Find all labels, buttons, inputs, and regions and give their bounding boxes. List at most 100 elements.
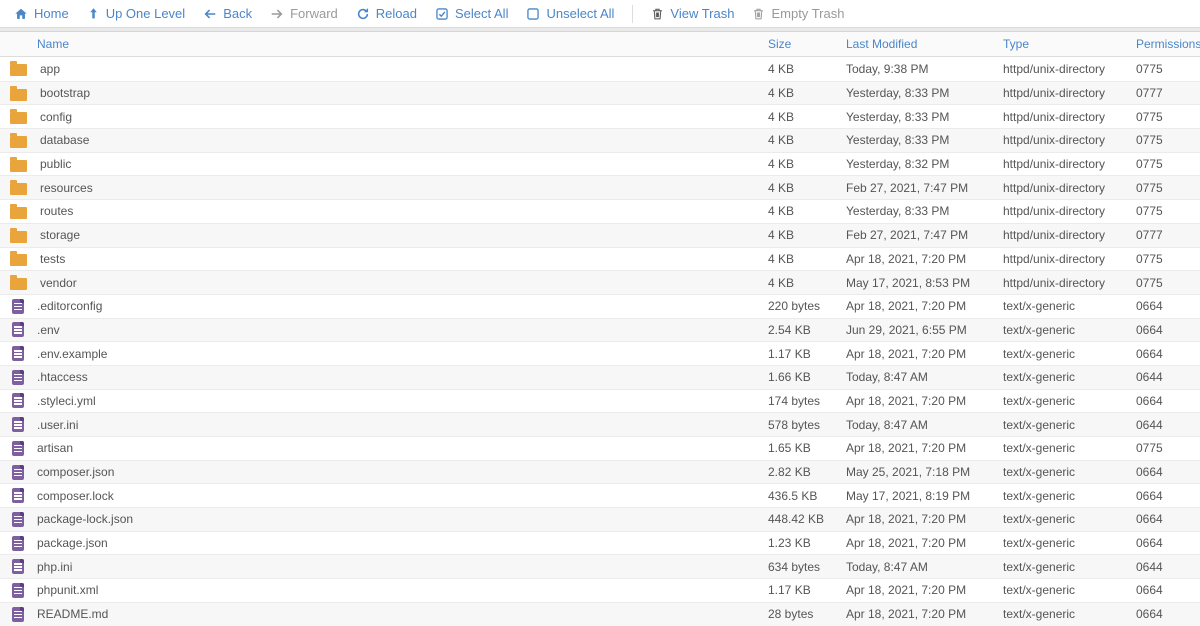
table-row[interactable]: resources 4 KB Feb 27, 2021, 7:47 PM htt… bbox=[0, 175, 1200, 199]
trash-icon bbox=[752, 7, 765, 21]
table-row[interactable]: php.ini 634 bytes Today, 8:47 AM text/x-… bbox=[0, 554, 1200, 578]
file-size: 4 KB bbox=[768, 62, 846, 76]
table-row[interactable]: routes 4 KB Yesterday, 8:33 PM httpd/uni… bbox=[0, 199, 1200, 223]
file-modified: Today, 8:47 AM bbox=[846, 418, 1003, 432]
file-permissions: 0775 bbox=[1136, 276, 1200, 290]
file-size: 1.65 KB bbox=[768, 441, 846, 455]
file-permissions: 0664 bbox=[1136, 347, 1200, 361]
file-size: 1.17 KB bbox=[768, 583, 846, 597]
table-row[interactable]: database 4 KB Yesterday, 8:33 PM httpd/u… bbox=[0, 128, 1200, 152]
file-type: httpd/unix-directory bbox=[1003, 252, 1136, 266]
file-type: httpd/unix-directory bbox=[1003, 62, 1136, 76]
home-button[interactable]: Home bbox=[14, 6, 69, 21]
file-icon bbox=[12, 488, 24, 503]
table-row[interactable]: phpunit.xml 1.17 KB Apr 18, 2021, 7:20 P… bbox=[0, 578, 1200, 602]
table-row[interactable]: .editorconfig 220 bytes Apr 18, 2021, 7:… bbox=[0, 294, 1200, 318]
file-modified: Today, 8:47 AM bbox=[846, 560, 1003, 574]
toolbar-divider bbox=[632, 5, 633, 23]
table-row[interactable]: public 4 KB Yesterday, 8:32 PM httpd/uni… bbox=[0, 152, 1200, 176]
file-size: 4 KB bbox=[768, 133, 846, 147]
file-type: text/x-generic bbox=[1003, 347, 1136, 361]
reload-button[interactable]: Reload bbox=[356, 6, 417, 21]
table-row[interactable]: bootstrap 4 KB Yesterday, 8:33 PM httpd/… bbox=[0, 81, 1200, 105]
file-size: 1.17 KB bbox=[768, 347, 846, 361]
file-permissions: 0664 bbox=[1136, 394, 1200, 408]
file-modified: Yesterday, 8:33 PM bbox=[846, 133, 1003, 147]
table-row[interactable]: app 4 KB Today, 9:38 PM httpd/unix-direc… bbox=[0, 57, 1200, 81]
file-size: 4 KB bbox=[768, 157, 846, 171]
file-permissions: 0664 bbox=[1136, 536, 1200, 550]
file-modified: Yesterday, 8:33 PM bbox=[846, 204, 1003, 218]
file-size: 436.5 KB bbox=[768, 489, 846, 503]
file-size: 4 KB bbox=[768, 204, 846, 218]
file-modified: Apr 18, 2021, 7:20 PM bbox=[846, 299, 1003, 313]
file-size: 4 KB bbox=[768, 276, 846, 290]
table-row[interactable]: tests 4 KB Apr 18, 2021, 7:20 PM httpd/u… bbox=[0, 247, 1200, 271]
column-header-name[interactable]: Name bbox=[0, 37, 768, 51]
file-modified: Feb 27, 2021, 7:47 PM bbox=[846, 181, 1003, 195]
file-size: 4 KB bbox=[768, 86, 846, 100]
home-label: Home bbox=[34, 6, 69, 21]
column-header-permissions[interactable]: Permissions bbox=[1136, 37, 1200, 51]
file-type: httpd/unix-directory bbox=[1003, 181, 1136, 195]
column-header-modified[interactable]: Last Modified bbox=[846, 37, 1003, 51]
file-name: public bbox=[40, 157, 71, 171]
empty-trash-button[interactable]: Empty Trash bbox=[752, 6, 844, 21]
file-size: 448.42 KB bbox=[768, 512, 846, 526]
file-icon bbox=[12, 299, 24, 314]
column-header-type[interactable]: Type bbox=[1003, 37, 1136, 51]
file-name: package-lock.json bbox=[37, 512, 133, 526]
table-row[interactable]: vendor 4 KB May 17, 2021, 8:53 PM httpd/… bbox=[0, 270, 1200, 294]
up-one-level-label: Up One Level bbox=[106, 6, 186, 21]
file-icon bbox=[12, 512, 24, 527]
table-row[interactable]: README.md 28 bytes Apr 18, 2021, 7:20 PM… bbox=[0, 602, 1200, 626]
file-modified: Yesterday, 8:33 PM bbox=[846, 86, 1003, 100]
table-row[interactable]: .env.example 1.17 KB Apr 18, 2021, 7:20 … bbox=[0, 341, 1200, 365]
table-row[interactable]: .user.ini 578 bytes Today, 8:47 AM text/… bbox=[0, 412, 1200, 436]
file-icon bbox=[12, 441, 24, 456]
file-name: vendor bbox=[40, 276, 77, 290]
file-icon bbox=[12, 465, 24, 480]
file-type: text/x-generic bbox=[1003, 441, 1136, 455]
forward-button[interactable]: Forward bbox=[270, 6, 338, 21]
folder-icon bbox=[10, 112, 27, 124]
file-name: resources bbox=[40, 181, 93, 195]
table-row[interactable]: composer.json 2.82 KB May 25, 2021, 7:18… bbox=[0, 460, 1200, 484]
view-trash-button[interactable]: View Trash bbox=[651, 6, 734, 21]
folder-icon bbox=[10, 231, 27, 243]
select-all-button[interactable]: Select All bbox=[435, 6, 508, 21]
table-row[interactable]: storage 4 KB Feb 27, 2021, 7:47 PM httpd… bbox=[0, 223, 1200, 247]
file-permissions: 0775 bbox=[1136, 441, 1200, 455]
checkbox-checked-icon bbox=[435, 7, 449, 21]
file-size: 4 KB bbox=[768, 110, 846, 124]
file-size: 578 bytes bbox=[768, 418, 846, 432]
file-name: .htaccess bbox=[37, 370, 88, 384]
file-name: routes bbox=[40, 204, 73, 218]
file-name: phpunit.xml bbox=[37, 583, 98, 597]
file-size: 1.66 KB bbox=[768, 370, 846, 384]
unselect-all-button[interactable]: Unselect All bbox=[526, 6, 614, 21]
table-row[interactable]: artisan 1.65 KB Apr 18, 2021, 7:20 PM te… bbox=[0, 436, 1200, 460]
table-row[interactable]: .styleci.yml 174 bytes Apr 18, 2021, 7:2… bbox=[0, 389, 1200, 413]
empty-trash-label: Empty Trash bbox=[771, 6, 844, 21]
file-type: text/x-generic bbox=[1003, 607, 1136, 621]
reload-icon bbox=[356, 7, 370, 21]
table-row[interactable]: package-lock.json 448.42 KB Apr 18, 2021… bbox=[0, 507, 1200, 531]
file-modified: May 17, 2021, 8:53 PM bbox=[846, 276, 1003, 290]
table-row[interactable]: .htaccess 1.66 KB Today, 8:47 AM text/x-… bbox=[0, 365, 1200, 389]
table-row[interactable]: composer.lock 436.5 KB May 17, 2021, 8:1… bbox=[0, 483, 1200, 507]
file-permissions: 0775 bbox=[1136, 110, 1200, 124]
file-type: httpd/unix-directory bbox=[1003, 110, 1136, 124]
back-button[interactable]: Back bbox=[203, 6, 252, 21]
table-row[interactable]: package.json 1.23 KB Apr 18, 2021, 7:20 … bbox=[0, 531, 1200, 555]
table-row[interactable]: config 4 KB Yesterday, 8:33 PM httpd/uni… bbox=[0, 104, 1200, 128]
table-header-row: Name Size Last Modified Type Permissions bbox=[0, 32, 1200, 57]
table-row[interactable]: .env 2.54 KB Jun 29, 2021, 6:55 PM text/… bbox=[0, 318, 1200, 342]
file-modified: Yesterday, 8:33 PM bbox=[846, 110, 1003, 124]
file-permissions: 0664 bbox=[1136, 512, 1200, 526]
file-modified: Apr 18, 2021, 7:20 PM bbox=[846, 583, 1003, 597]
up-one-level-button[interactable]: Up One Level bbox=[87, 6, 186, 21]
file-type: httpd/unix-directory bbox=[1003, 228, 1136, 242]
column-header-size[interactable]: Size bbox=[768, 37, 846, 51]
file-icon bbox=[12, 417, 24, 432]
